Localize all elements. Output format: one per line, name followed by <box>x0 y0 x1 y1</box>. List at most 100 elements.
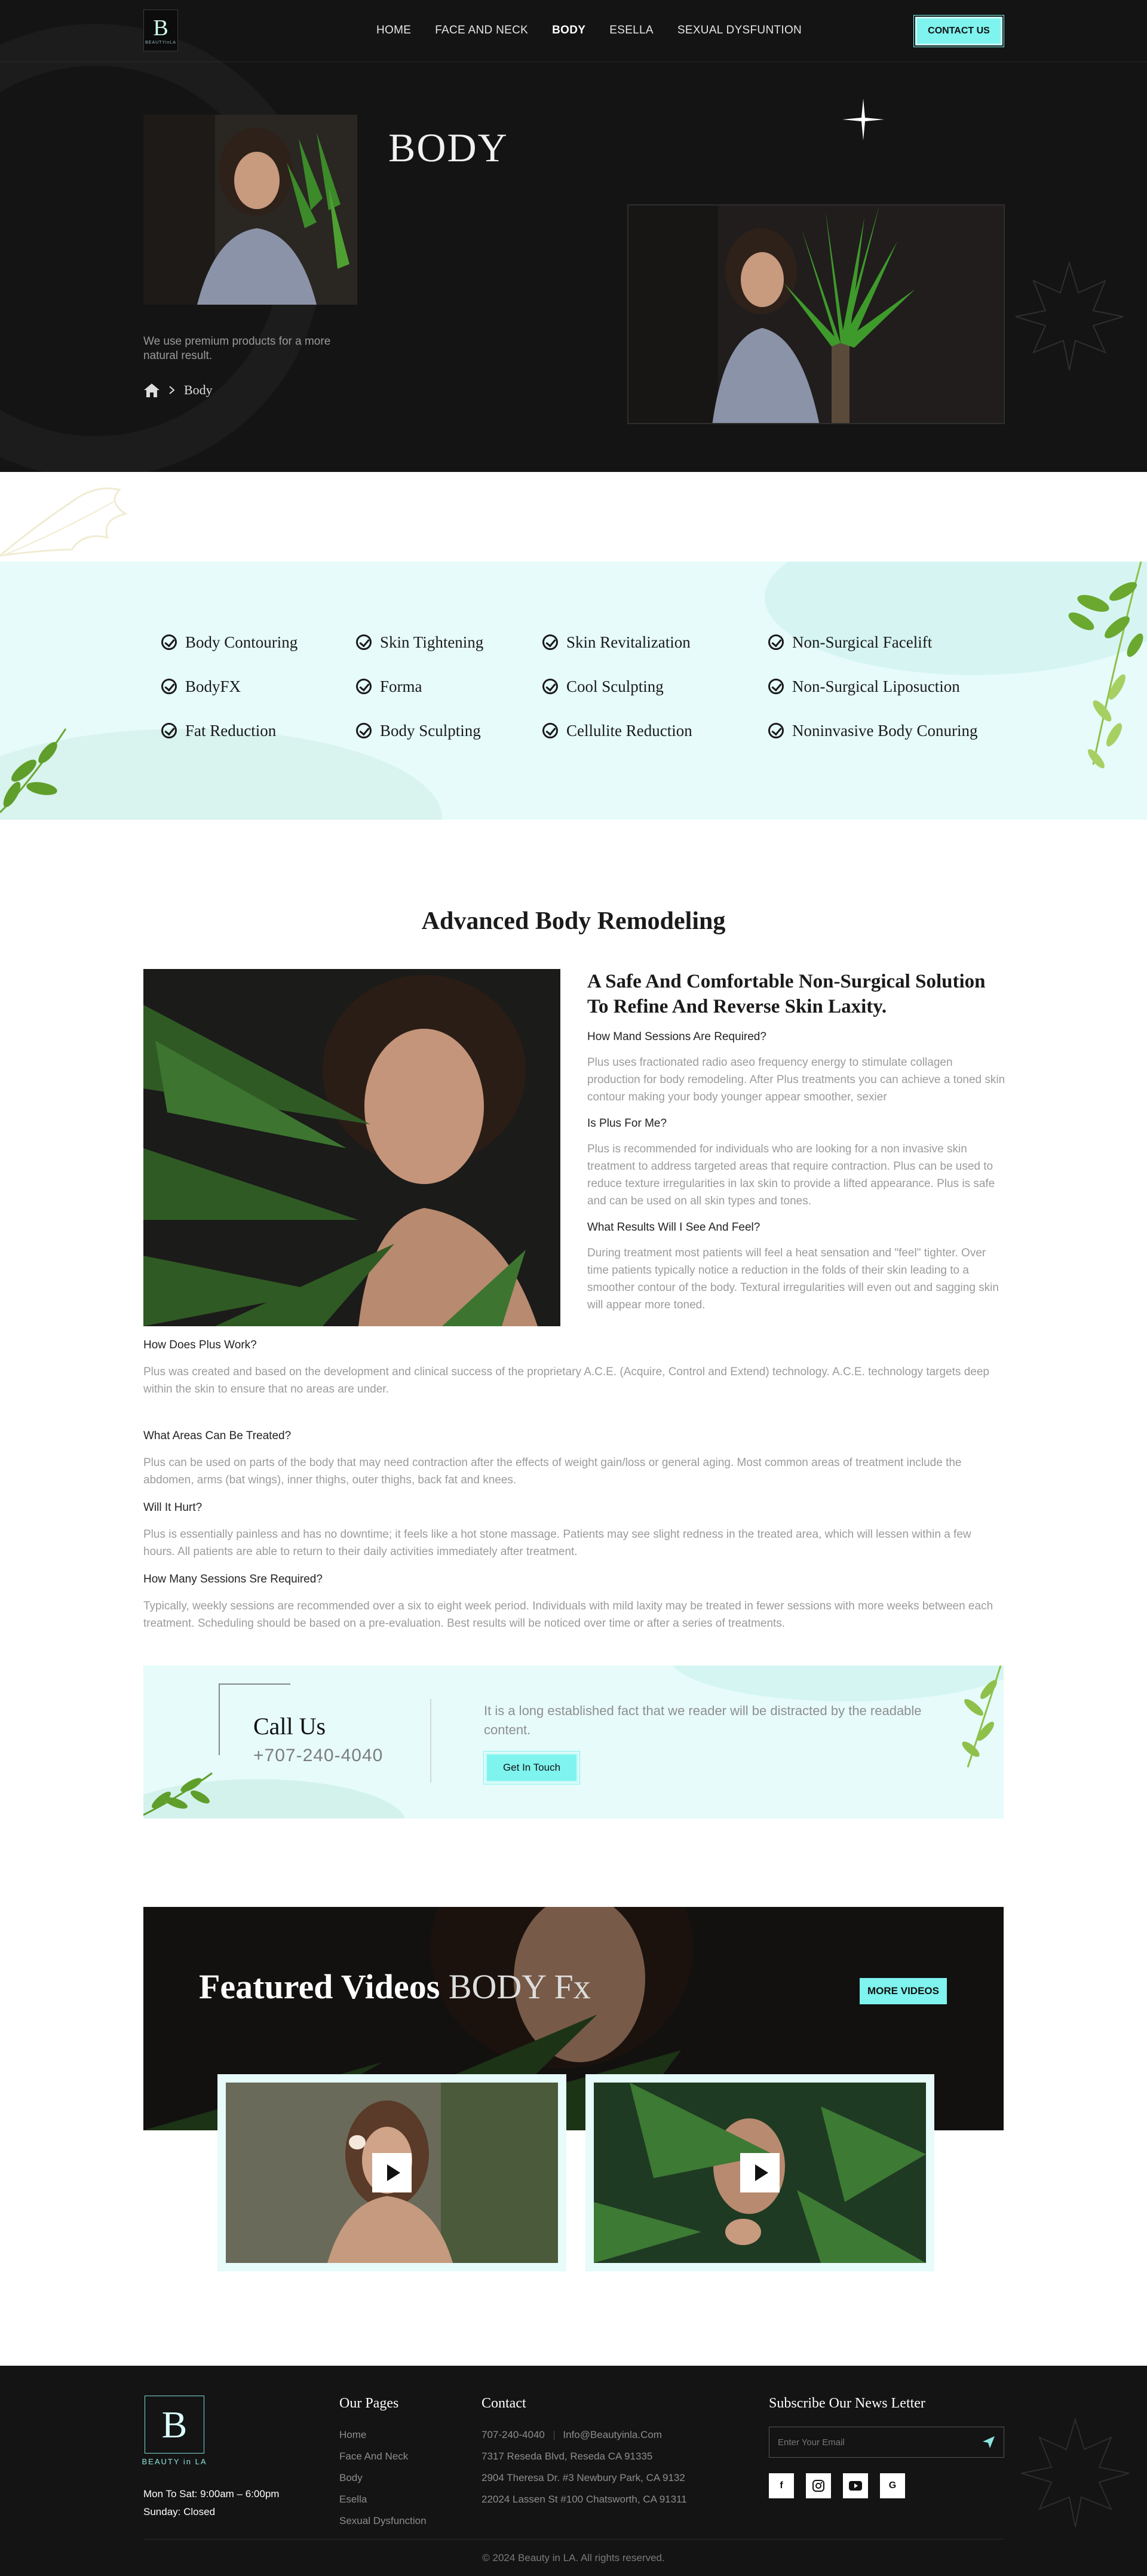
footer-email-link[interactable]: Info@Beautyinla.Com <box>563 2429 662 2440</box>
footer-link-face-and-neck[interactable]: Face And Neck <box>339 2446 427 2467</box>
treatment-label: Non-Surgical Facelift <box>792 633 933 651</box>
featured-videos-title: Featured Videos BODY Fx <box>199 1967 591 2007</box>
footer-logo[interactable]: B BEAUTY in LA <box>142 2396 207 2466</box>
breadcrumb-current: Body <box>184 382 213 397</box>
article-right-column: A Safe And Comfortable Non-Surgical Solu… <box>587 969 1005 1324</box>
get-in-touch-button[interactable]: Get In Touch <box>483 1751 580 1784</box>
footer-phone-link[interactable]: 707-240-4040 <box>482 2429 545 2440</box>
contact-title: Contact <box>482 2396 526 2411</box>
list-item[interactable]: Fat Reduction <box>161 720 356 741</box>
list-item[interactable]: Cellulite Reduction <box>542 720 768 741</box>
leaf-outline-decoration <box>0 487 128 557</box>
footer-link-body[interactable]: Body <box>339 2467 427 2489</box>
contact-details: 707-240-4040 Info@Beautyinla.Com 7317 Re… <box>482 2424 687 2510</box>
site-logo[interactable]: B BEAUTYinLA <box>143 10 178 51</box>
faq-answer: Plus uses fractionated radio aseo freque… <box>587 1056 1005 1103</box>
play-icon[interactable] <box>740 2153 780 2192</box>
list-item[interactable]: Cool Sculpting <box>542 676 768 697</box>
newsletter-email-input[interactable]: Enter Your Email <box>769 2427 1004 2458</box>
breadcrumb: Body <box>143 382 213 398</box>
facebook-icon[interactable]: f <box>769 2473 794 2498</box>
list-item[interactable]: Non-Surgical Facelift <box>768 632 1007 652</box>
footer-link-esella[interactable]: Esella <box>339 2489 427 2510</box>
call-us-title: Call Us <box>253 1713 326 1740</box>
faq-question: Is Plus For Me? <box>587 1117 667 1130</box>
divider <box>430 1699 431 1783</box>
top-navigation-bar: B BEAUTYinLA HOME FACE AND NECK BODY ESE… <box>0 0 1147 62</box>
hero-photo-large <box>627 204 1005 424</box>
mint-blob-decoration <box>669 1666 1004 1701</box>
check-circle-icon <box>356 723 372 738</box>
newsletter-title: Subscribe Our News Letter <box>769 2396 925 2411</box>
faq-question: How Does Plus Work? <box>143 1339 257 1351</box>
check-circle-icon <box>542 679 558 694</box>
faq-answer: During treatment most patients will feel… <box>587 1247 999 1311</box>
google-icon[interactable]: G <box>880 2473 905 2498</box>
list-item[interactable]: Non-Surgical Liposuction <box>768 676 1007 697</box>
section-title-rest: Remodeling <box>597 907 726 935</box>
hero-tagline: We use premium products for a more natur… <box>143 335 331 362</box>
treatment-label: Body Contouring <box>185 633 298 651</box>
more-videos-button[interactable]: MORE VIDEOS <box>858 1976 949 2006</box>
instagram-icon[interactable] <box>806 2473 831 2498</box>
nav-home[interactable]: HOME <box>376 24 411 37</box>
faq-question: What Results Will I See And Feel? <box>587 1221 760 1234</box>
treatment-label: Forma <box>380 677 422 695</box>
faq-question: Will It Hurt? <box>143 1501 203 1514</box>
sparkle-icon <box>842 99 884 140</box>
call-us-text: It is a long established fact that we re… <box>484 1703 922 1737</box>
phone-number-link[interactable]: +707-240-4040 <box>253 1746 383 1766</box>
video-card[interactable] <box>585 2074 934 2271</box>
hours-weekday: Mon To Sat: 9:00am – 6:00pm <box>143 2488 280 2500</box>
list-item[interactable]: Skin Revitalization <box>542 632 768 652</box>
check-circle-icon <box>161 634 177 650</box>
footer-link-home[interactable]: Home <box>339 2424 427 2446</box>
hero-photo-small <box>143 115 357 305</box>
business-hours: Mon To Sat: 9:00am – 6:00pm Sunday: Clos… <box>143 2485 279 2521</box>
chevron-right-icon <box>169 386 175 394</box>
list-item[interactable]: BodyFX <box>161 676 356 697</box>
section-title-bold: Advanced Body <box>421 907 591 935</box>
logo-mark-icon: B <box>153 15 168 41</box>
nav-face-and-neck[interactable]: FACE AND NECK <box>435 24 528 37</box>
check-circle-icon <box>542 723 558 738</box>
section-title: Advanced Body Remodeling <box>0 907 1147 936</box>
faq-question: How Mand Sessions Are Required? <box>587 1031 766 1043</box>
video-card[interactable] <box>217 2074 566 2271</box>
list-item[interactable]: Body Contouring <box>161 632 356 652</box>
treatment-label: Non-Surgical Liposuction <box>792 677 960 695</box>
treatment-label: Skin Revitalization <box>566 633 691 651</box>
hours-sunday: Sunday: Closed <box>143 2506 216 2517</box>
faq-question: What Areas Can Be Treated? <box>143 1430 292 1442</box>
article-heading: A Safe And Comfortable Non-Surgical Solu… <box>587 971 986 1017</box>
treatment-list: Body Contouring Skin Tightening Skin Rev… <box>161 632 1007 741</box>
treatment-label: Cool Sculpting <box>566 677 664 695</box>
check-circle-icon <box>768 723 784 738</box>
footer-link-sexual-dysfunction[interactable]: Sexual Dysfunction <box>339 2510 427 2532</box>
treatment-label: Fat Reduction <box>185 721 277 740</box>
leaf-branch-decoration <box>143 1772 213 1816</box>
faq-answer: Typically, weekly sessions are recommend… <box>143 1600 993 1630</box>
home-icon[interactable] <box>143 382 160 398</box>
contact-us-button[interactable]: CONTACT US <box>913 15 1004 47</box>
nav-sexual-dysfunction[interactable]: SEXUAL DYSFUNTION <box>677 24 802 37</box>
check-circle-icon <box>768 679 784 694</box>
youtube-icon[interactable] <box>843 2473 868 2498</box>
footer-logo-text: BEAUTY in LA <box>142 2457 207 2466</box>
email-placeholder: Enter Your Email <box>778 2437 845 2448</box>
list-item[interactable]: Body Sculpting <box>356 720 542 741</box>
logo-mark-icon: B <box>145 2396 204 2454</box>
send-icon[interactable] <box>982 2436 995 2449</box>
check-circle-icon <box>542 634 558 650</box>
treatment-label: Body Sculpting <box>380 721 481 740</box>
nav-esella[interactable]: ESELLA <box>609 24 654 37</box>
faq-answer: Plus can be used on parts of the body th… <box>143 1456 962 1486</box>
list-item[interactable]: Skin Tightening <box>356 632 542 652</box>
check-circle-icon <box>161 723 177 738</box>
nav-body[interactable]: BODY <box>552 24 585 37</box>
play-icon[interactable] <box>372 2153 412 2192</box>
address: 7317 Reseda Blvd, Reseda CA 91335 <box>482 2451 653 2462</box>
list-item[interactable]: Forma <box>356 676 542 697</box>
social-links: f G <box>769 2473 905 2498</box>
list-item[interactable]: Noninvasive Body Conuring <box>768 720 1007 741</box>
